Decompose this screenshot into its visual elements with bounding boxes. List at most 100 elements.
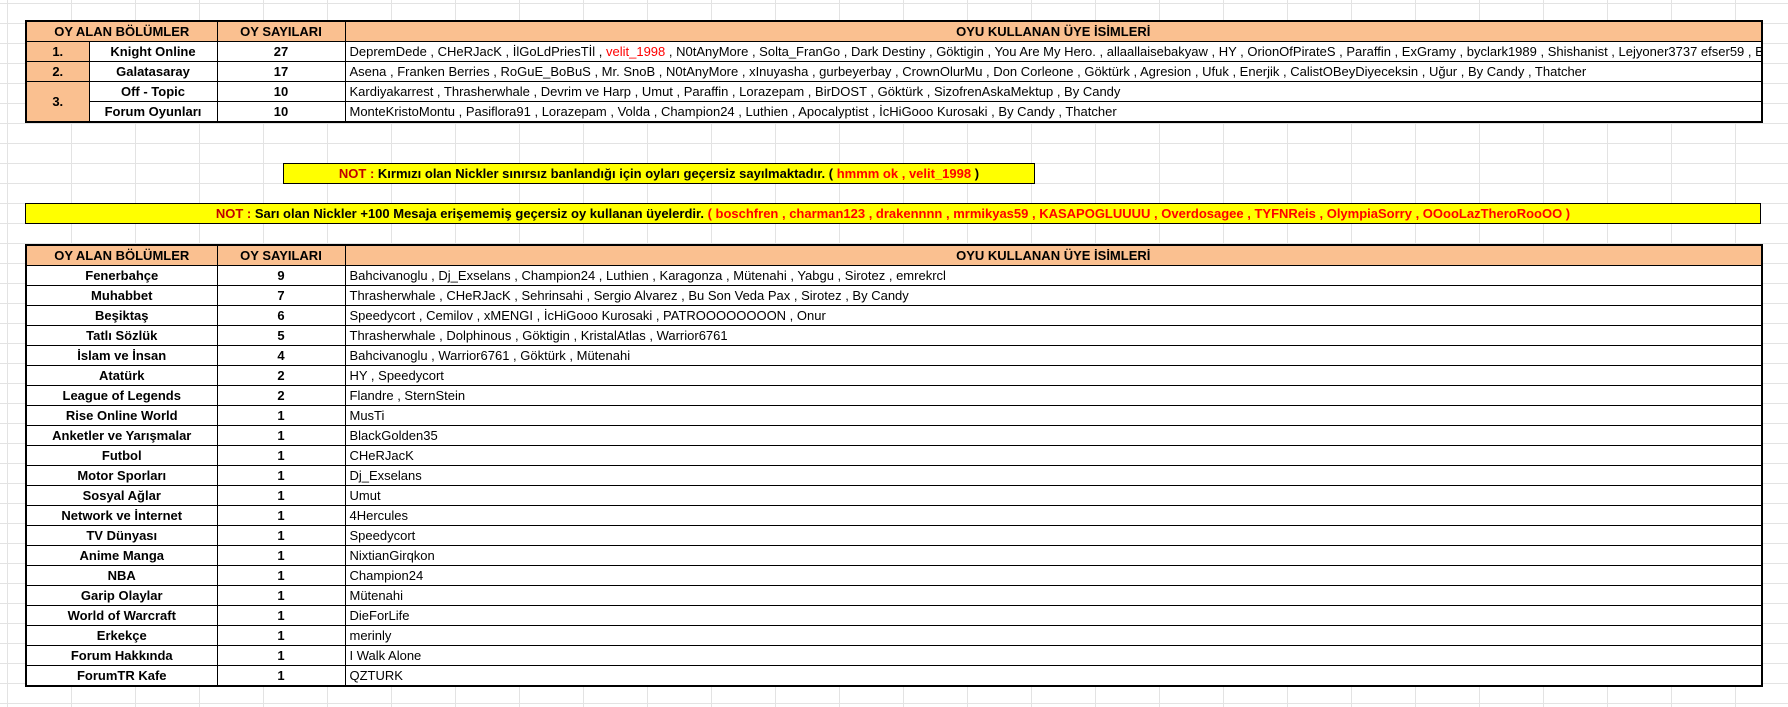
names-cell[interactable]: merinly	[344, 625, 1763, 646]
names-cell[interactable]: Dj_Exselans	[344, 465, 1763, 486]
table-row: Sosyal Ağlar 1 Umut	[25, 485, 1763, 506]
count-cell[interactable]: 1	[216, 405, 346, 426]
count-cell[interactable]: 1	[216, 585, 346, 606]
header-names-cell[interactable]: OYU KULLANAN ÜYE İSİMLERİ	[344, 20, 1763, 42]
names-cell[interactable]: Speedycort	[344, 525, 1763, 546]
section-cell[interactable]: Rise Online World	[25, 405, 218, 426]
count-cell[interactable]: 1	[216, 645, 346, 666]
section-cell[interactable]: Knight Online	[88, 41, 218, 62]
rank-cell[interactable]: 2.	[25, 61, 90, 82]
section-cell[interactable]: Fenerbahçe	[25, 265, 218, 286]
rank-cell[interactable]: 3.	[25, 81, 90, 123]
count-cell[interactable]: 1	[216, 485, 346, 506]
header-names-cell[interactable]: OYU KULLANAN ÜYE İSİMLERİ	[344, 244, 1763, 266]
names-cell[interactable]: 4Hercules	[344, 505, 1763, 526]
count-cell[interactable]: 1	[216, 445, 346, 466]
names-cell[interactable]: Champion24	[344, 565, 1763, 586]
names-cell[interactable]: Thrasherwhale , CHeRJacK , Sehrinsahi , …	[344, 285, 1763, 306]
section-cell[interactable]: İslam ve İnsan	[25, 345, 218, 366]
count-cell[interactable]: 1	[216, 665, 346, 687]
names-cell[interactable]: CHeRJacK	[344, 445, 1763, 466]
names-cell[interactable]: QZTURK	[344, 665, 1763, 687]
count-cell[interactable]: 1	[216, 505, 346, 526]
count-cell[interactable]: 9	[216, 265, 346, 286]
names-cell[interactable]: MonteKristoMontu , Pasiflora91 , Lorazep…	[344, 101, 1763, 123]
section-cell[interactable]: Erkekçe	[25, 625, 218, 646]
count-cell[interactable]: 1	[216, 565, 346, 586]
names-cell[interactable]: Kardiyakarrest , Thrasherwhale , Devrim …	[344, 81, 1763, 102]
section-cell[interactable]: Network ve İnternet	[25, 505, 218, 526]
names-cell[interactable]: I Walk Alone	[344, 645, 1763, 666]
count-cell[interactable]: 2	[216, 365, 346, 386]
names-cell[interactable]: Asena , Franken Berries , RoGuE_BoBuS , …	[344, 61, 1763, 82]
count-cell[interactable]: 1	[216, 605, 346, 626]
section-cell[interactable]: Anketler ve Yarışmalar	[25, 425, 218, 446]
count-cell[interactable]: 27	[216, 41, 346, 62]
section-cell[interactable]: ForumTR Kafe	[25, 665, 218, 687]
count-cell[interactable]: 1	[216, 625, 346, 646]
table-row: İslam ve İnsan 4 Bahcivanoglu , Warrior676…	[25, 345, 1763, 366]
section-cell[interactable]: Forum Hakkında	[25, 645, 218, 666]
count-cell[interactable]: 1	[216, 465, 346, 486]
count-cell[interactable]: 4	[216, 345, 346, 366]
section-cell[interactable]: TV Dünyası	[25, 525, 218, 546]
section-cell[interactable]: Forum Oyunları	[88, 101, 218, 123]
section-cell[interactable]: Futbol	[25, 445, 218, 466]
section-cell[interactable]: Anime Manga	[25, 545, 218, 566]
rank-cell[interactable]: 1.	[25, 41, 90, 62]
table-row: Erkekçe 1 merinly	[25, 625, 1763, 646]
header-sections-cell[interactable]: OY ALAN BÖLÜMLER	[25, 244, 218, 266]
names-cell[interactable]: Umut	[344, 485, 1763, 506]
names-cell[interactable]: NixtianGirqkon	[344, 545, 1763, 566]
names-cell[interactable]: DieForLife	[344, 605, 1763, 626]
count-cell[interactable]: 17	[216, 61, 346, 82]
table-row: Fenerbahçe 9 Bahcivanoglu , Dj_Exselans , …	[25, 265, 1763, 286]
header-counts-cell[interactable]: OY SAYILARI	[216, 244, 346, 266]
section-cell[interactable]: Muhabbet	[25, 285, 218, 306]
table-row: Motor Sporları 1 Dj_Exselans	[25, 465, 1763, 486]
names-cell[interactable]: Flandre , SternStein	[344, 385, 1763, 406]
section-cell[interactable]: Atatürk	[25, 365, 218, 386]
bottom-header-row: OY ALAN BÖLÜMLER OY SAYILARI OYU KULLANA…	[25, 244, 1763, 266]
table-row: Futbol 1 CHeRJacK	[25, 445, 1763, 466]
table-row: World of Warcraft 1 DieForLife	[25, 605, 1763, 626]
section-cell[interactable]: Tatlı Sözlük	[25, 325, 218, 346]
note-invalid-voters[interactable]: NOT : Sarı olan Nickler +100 Mesaja eriş…	[25, 203, 1761, 224]
names-cell[interactable]: DepremDede , CHeRJacK , İlGoLdPriesTİl ,…	[344, 41, 1763, 62]
table-row: Forum Oyunları 10 MonteKristoMontu , Pas…	[26, 101, 1763, 123]
table-row: 3. Off - Topic 10 Kardiyakarrest , Thras…	[25, 81, 1763, 123]
count-cell[interactable]: 1	[216, 545, 346, 566]
names-cell[interactable]: Speedycort , Cemilov , xMENGI , İcHiGooo…	[344, 305, 1763, 326]
table-row: 1. Knight Online 27 DepremDede , CHeRJac…	[25, 41, 1763, 62]
count-cell[interactable]: 10	[216, 81, 346, 102]
names-cell[interactable]: Bahcivanoglu , Warrior6761 , Göktürk , M…	[344, 345, 1763, 366]
count-cell[interactable]: 10	[216, 101, 346, 123]
names-cell[interactable]: Mütenahi	[344, 585, 1763, 606]
table-row: League of Legends 2 Flandre , SternStein	[25, 385, 1763, 406]
table-row: Atatürk 2 HY , Speedycort	[25, 365, 1763, 386]
header-counts-cell[interactable]: OY SAYILARI	[216, 20, 346, 42]
section-cell[interactable]: Galatasaray	[88, 61, 218, 82]
section-cell[interactable]: Garip Olaylar	[25, 585, 218, 606]
section-cell[interactable]: Motor Sporları	[25, 465, 218, 486]
names-cell[interactable]: MusTi	[344, 405, 1763, 426]
section-cell[interactable]: Sosyal Ağlar	[25, 485, 218, 506]
section-cell[interactable]: Beşiktaş	[25, 305, 218, 326]
section-cell[interactable]: NBA	[25, 565, 218, 586]
section-cell[interactable]: Off - Topic	[88, 81, 218, 102]
note-banned-users[interactable]: NOT : Kırmızı olan Nickler sınırsız banl…	[283, 163, 1035, 184]
names-cell[interactable]: BlackGolden35	[344, 425, 1763, 446]
table-row: Garip Olaylar 1 Mütenahi	[25, 585, 1763, 606]
count-cell[interactable]: 1	[216, 525, 346, 546]
section-cell[interactable]: World of Warcraft	[25, 605, 218, 626]
names-cell[interactable]: HY , Speedycort	[344, 365, 1763, 386]
count-cell[interactable]: 6	[216, 305, 346, 326]
count-cell[interactable]: 2	[216, 385, 346, 406]
header-sections-cell[interactable]: OY ALAN BÖLÜMLER	[25, 20, 218, 42]
names-cell[interactable]: Bahcivanoglu , Dj_Exselans , Champion24 …	[344, 265, 1763, 286]
section-cell[interactable]: League of Legends	[25, 385, 218, 406]
count-cell[interactable]: 5	[216, 325, 346, 346]
count-cell[interactable]: 7	[216, 285, 346, 306]
count-cell[interactable]: 1	[216, 425, 346, 446]
names-cell[interactable]: Thrasherwhale , Dolphinous , Göktigin , …	[344, 325, 1763, 346]
